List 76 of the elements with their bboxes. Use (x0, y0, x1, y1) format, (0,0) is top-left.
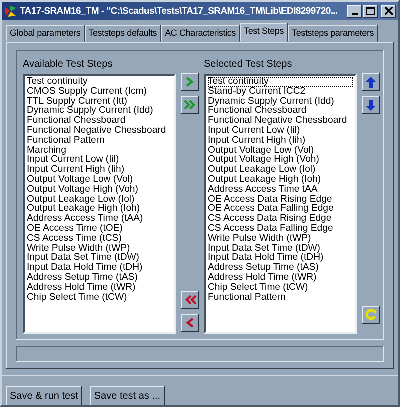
list-item[interactable]: Input Current High (Iih) (27, 165, 172, 175)
list-item[interactable]: Functional Chessboard (27, 116, 172, 126)
list-item[interactable]: Input Current High (Iih) (208, 136, 353, 146)
list-item[interactable]: Address Hold Time (tWR) (208, 272, 353, 283)
list-item[interactable]: Functional Negative Chessboard (27, 126, 172, 136)
list-item[interactable]: Chip Select Time (tCW) (27, 292, 172, 302)
remove-button[interactable] (181, 314, 199, 332)
list-item[interactable]: Output Voltage High (Voh) (27, 184, 172, 195)
refresh-button[interactable] (362, 306, 380, 324)
list-item[interactable]: Write Pulse Width (tWP) (208, 234, 353, 244)
tab[interactable]: Global parameters (6, 25, 85, 42)
add-all-button[interactable] (181, 96, 199, 114)
list-item[interactable]: Address Setup Time (tAS) (208, 263, 353, 273)
list-item[interactable]: Output Leakage High (Ioh) (208, 174, 353, 185)
tab[interactable]: Teststeps defaults (84, 25, 162, 42)
add-button[interactable] (181, 73, 199, 91)
list-item[interactable]: CMOS Supply Current (Icm) (27, 86, 172, 97)
tab[interactable]: Teststeps parameters (288, 25, 378, 42)
close-button[interactable] (381, 4, 396, 18)
list-item[interactable]: Write Pulse Width (tWP) (27, 244, 172, 254)
tab[interactable]: AC Characteristics (161, 25, 240, 42)
list-item[interactable]: Output Voltage Low (Vol) (27, 174, 172, 185)
list-item[interactable]: Input Data Set Time (tDW) (27, 253, 172, 264)
list-item[interactable]: Address Access Time (tAA) (27, 214, 172, 224)
list-item[interactable]: Functional Negative Chessboard (208, 116, 353, 126)
move-up-button[interactable] (362, 73, 380, 91)
list-item[interactable]: Input Data Hold Time (tDH) (27, 263, 172, 273)
list-item[interactable]: Output Leakage Low (Iol) (208, 165, 353, 175)
list-item[interactable]: Marching (27, 146, 172, 156)
list-item[interactable]: CS Access Data Falling Edge (208, 224, 353, 234)
list-item[interactable]: Chip Select Time (tCW) (208, 282, 353, 293)
list-item[interactable]: Input Current Low (Iil) (208, 126, 353, 136)
list-item[interactable]: Output Leakage Low (Iol) (27, 194, 172, 204)
list-item[interactable]: Input Current Low (Iil) (27, 155, 172, 166)
list-item[interactable]: Output Voltage High (Voh) (208, 155, 353, 166)
action-button[interactable]: Save & run test (6, 386, 82, 405)
maximize-button[interactable] (363, 4, 378, 18)
maximize-icon (366, 7, 375, 15)
refresh-icon (365, 309, 377, 321)
list-item[interactable]: OE Access Data Falling Edge (208, 204, 353, 214)
list-item[interactable]: CS Access Data Rising Edge (208, 214, 353, 224)
list-label: Available Test Steps (23, 59, 114, 70)
window-title: TA17-SRAM16_TM - "C:\Scadus\Tests\TA17_SRAM16_TM\Lib\EDI8299720... (20, 6, 339, 16)
list-item[interactable]: Output Leakage High (Ioh) (27, 204, 172, 214)
list-item[interactable]: Address Setup Time (tAS) (27, 272, 172, 283)
chevron-right-icon (185, 77, 195, 87)
arrow-down-icon (366, 100, 376, 110)
list-item[interactable]: Functional Chessboard (208, 106, 353, 116)
remove-all-button[interactable] (181, 291, 199, 309)
move-down-button[interactable] (362, 96, 380, 114)
list-item[interactable]: TTL Supply Current (Itt) (27, 96, 172, 106)
close-icon (384, 7, 392, 15)
list-item[interactable]: OE Access Data Rising Edge (208, 194, 353, 204)
list-label: Selected Test Steps (204, 59, 294, 70)
app-logo-icon (4, 4, 17, 18)
list-item[interactable]: Output Voltage Low (Vol) (208, 146, 353, 156)
list-item[interactable]: OE Access Time (tOE) (27, 224, 172, 234)
list-item[interactable]: Test continuity (208, 77, 353, 87)
list-item[interactable]: Input Data Hold Time (tDH) (208, 253, 353, 264)
arrow-up-icon (366, 76, 376, 88)
list-item[interactable]: Functional Pattern (27, 136, 172, 146)
list-item[interactable]: Dynamic Supply Current (Idd) (27, 106, 172, 116)
list-item[interactable]: Test continuity (27, 77, 172, 87)
list-item[interactable]: Address Access Time tAA (208, 184, 353, 195)
list-item[interactable]: CS Access Time (tCS) (27, 234, 172, 244)
list-item[interactable]: Address Hold Time (tWR) (27, 282, 172, 293)
tab[interactable]: Test Steps (240, 23, 288, 42)
list-item[interactable]: Dynamic Supply Current (Idd) (208, 96, 353, 106)
list-item[interactable]: Functional Pattern (208, 292, 353, 302)
double-chevron-right-icon (184, 100, 196, 110)
list-item[interactable]: Stand-by Current ICC2 (208, 86, 353, 97)
minimize-button[interactable] (347, 4, 362, 18)
chevron-left-icon (185, 318, 195, 328)
double-chevron-left-icon (184, 295, 196, 305)
list-item[interactable]: Input Data Set Time (tDW) (208, 244, 353, 254)
action-button[interactable]: Save test as ... (90, 386, 165, 405)
